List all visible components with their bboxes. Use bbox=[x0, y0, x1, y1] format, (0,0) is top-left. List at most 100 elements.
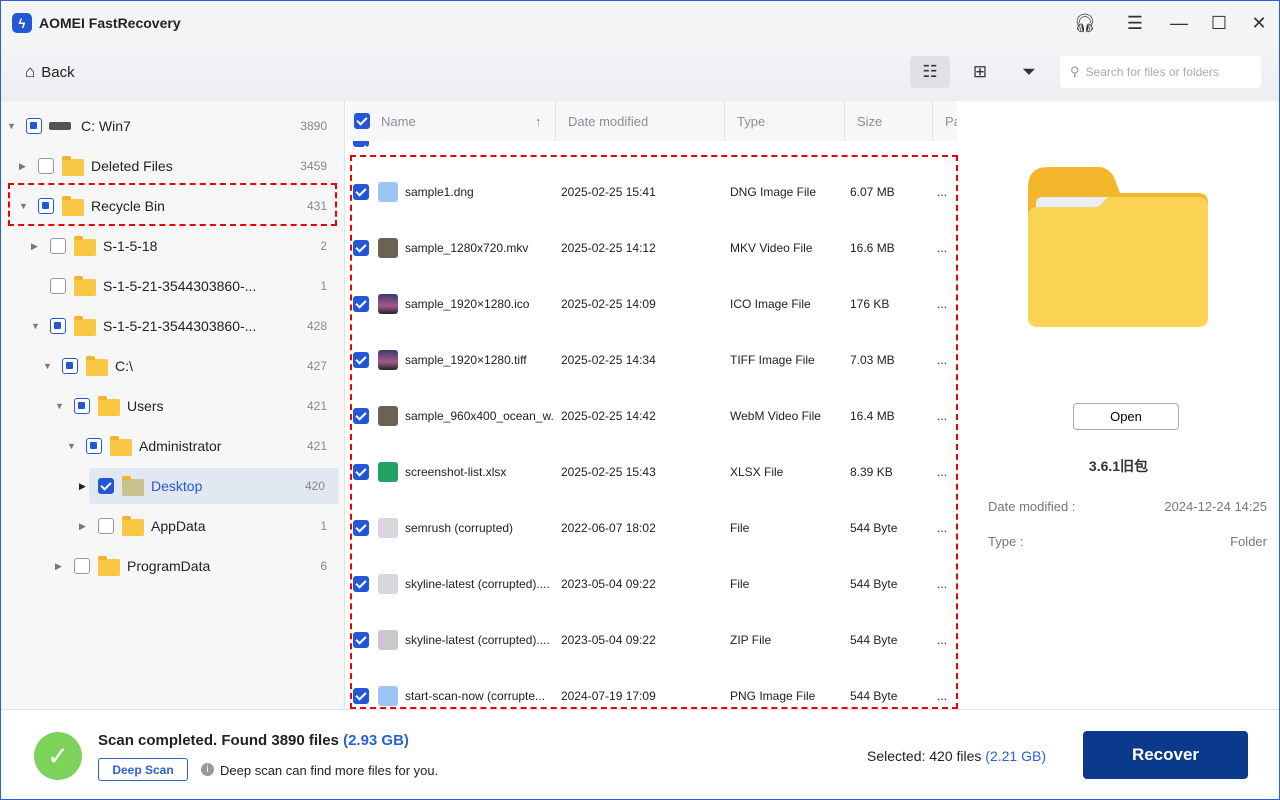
cell-name: skyline-latest (corrupted).... bbox=[405, 577, 550, 591]
expanded-arrow-icon[interactable]: ▼ bbox=[55, 401, 64, 411]
expanded-arrow-icon[interactable]: ▼ bbox=[7, 121, 16, 131]
tree-item[interactable]: ▶ AppData 1 bbox=[1, 508, 341, 544]
cell-name: sample_1280x720.mkv bbox=[405, 241, 529, 255]
folder-icon bbox=[98, 396, 120, 416]
filter-button[interactable]: ⏷ bbox=[1009, 56, 1049, 88]
row-checkbox[interactable] bbox=[353, 408, 369, 424]
table-row[interactable]: skyline-latest (corrupted).... 2023-05-04… bbox=[346, 556, 957, 612]
tree-item[interactable]: ▶ ProgramData 6 bbox=[1, 548, 341, 584]
tree-item[interactable]: ▶ S-1-5-18 2 bbox=[1, 228, 341, 264]
menu-icon[interactable]: ☰ bbox=[1117, 1, 1153, 45]
cell-size: 544 Byte bbox=[850, 577, 898, 591]
tree-checkbox[interactable] bbox=[50, 318, 66, 334]
tree-checkbox[interactable] bbox=[74, 558, 90, 574]
sort-ascending-icon[interactable]: ↑ bbox=[535, 114, 542, 129]
grid-view-button[interactable]: ⊞ bbox=[960, 56, 1000, 88]
cell-more: ... bbox=[937, 521, 948, 535]
scan-size: (2.93 GB) bbox=[343, 732, 409, 749]
table-row[interactable]: sample_1280x720.mkv 2025-02-25 14:12 MKV V… bbox=[346, 220, 957, 276]
maximize-button[interactable]: ☐ bbox=[1201, 1, 1237, 45]
tree-checkbox[interactable] bbox=[50, 278, 66, 294]
trash-folder-icon bbox=[62, 156, 84, 176]
table-row[interactable]: start-scan-now (corrupte... 2024-07-19 17… bbox=[346, 668, 957, 709]
tree-checkbox[interactable] bbox=[74, 398, 90, 414]
tree-checkbox[interactable] bbox=[98, 478, 114, 494]
column-size[interactable]: Size bbox=[844, 101, 932, 141]
list-view-button[interactable]: ☷ bbox=[910, 56, 950, 88]
search-box[interactable]: ⚲ bbox=[1060, 56, 1261, 88]
row-checkbox[interactable] bbox=[353, 352, 369, 368]
select-all-checkbox[interactable] bbox=[354, 113, 370, 129]
column-date[interactable]: Date modified bbox=[555, 101, 724, 141]
unknown-file-icon bbox=[378, 518, 398, 538]
table-row[interactable]: screenshot-list.xlsx 2025-02-25 15:43 XLSX… bbox=[346, 444, 957, 500]
table-row[interactable]: sample1.dng 2025-02-25 15:41 DNG Image Fil… bbox=[346, 164, 957, 220]
tree-item[interactable]: ▼ Administrator 421 bbox=[1, 428, 341, 464]
tree-checkbox[interactable] bbox=[38, 158, 54, 174]
open-button[interactable]: Open bbox=[1073, 403, 1179, 430]
close-button[interactable]: ✕ bbox=[1241, 1, 1277, 45]
table-row[interactable]: skyline-latest (corrupted).... 2023-05-04… bbox=[346, 612, 957, 668]
expanded-arrow-icon[interactable]: ▼ bbox=[19, 201, 28, 211]
collapsed-arrow-icon[interactable]: ▶ bbox=[19, 161, 26, 172]
selected-summary: Selected: 420 files (2.21 GB) bbox=[867, 748, 1046, 764]
tree-item[interactable]: ▼ C: Win7 3890 bbox=[1, 108, 341, 144]
tree-checkbox[interactable] bbox=[50, 238, 66, 254]
collapsed-arrow-icon[interactable]: ▶ bbox=[31, 241, 38, 252]
video-file-icon bbox=[378, 406, 398, 426]
tree-item[interactable]: ▼ Users 421 bbox=[1, 388, 341, 424]
row-checkbox[interactable] bbox=[353, 240, 369, 256]
cell-date: 2025-02-25 14:12 bbox=[561, 241, 656, 255]
table-row[interactable]: sample_960x400_ocean_w... 2025-02-25 14:4… bbox=[346, 388, 957, 444]
tree-checkbox[interactable] bbox=[26, 118, 42, 134]
row-checkbox[interactable] bbox=[353, 296, 369, 312]
tree-checkbox[interactable] bbox=[86, 438, 102, 454]
tree-item[interactable]: ▼ C:\ 427 bbox=[1, 348, 341, 384]
table-row[interactable]: semrush (corrupted) 2022-06-07 18:02 File 5… bbox=[346, 500, 957, 556]
row-checkbox[interactable] bbox=[353, 464, 369, 480]
tree-item[interactable]: ▶ Desktop 420 bbox=[79, 468, 339, 504]
expanded-arrow-icon[interactable]: ▼ bbox=[31, 321, 40, 331]
table-row[interactable]: sample_1920×1280.ico 2025-02-25 14:09 ICO … bbox=[346, 276, 957, 332]
row-checkbox[interactable] bbox=[353, 576, 369, 592]
minimize-button[interactable]: — bbox=[1161, 1, 1197, 45]
cell-more: ... bbox=[937, 241, 948, 255]
tree-item[interactable]: ▼ Recycle Bin 431 bbox=[1, 188, 341, 224]
column-name[interactable]: Name bbox=[381, 114, 416, 129]
row-checkbox[interactable] bbox=[353, 688, 369, 704]
table-row[interactable]: sample_1920×1280.tiff 2025-02-25 14:34 TIF… bbox=[346, 332, 957, 388]
tree-item[interactable]: ▼ S-1-5-21-3544303860-... 428 bbox=[1, 308, 341, 344]
tree-checkbox[interactable] bbox=[62, 358, 78, 374]
cell-name: sample1.dng bbox=[405, 185, 474, 199]
tree-checkbox[interactable] bbox=[38, 198, 54, 214]
expanded-arrow-icon[interactable]: ▼ bbox=[43, 361, 52, 371]
collapsed-arrow-icon[interactable]: ▶ bbox=[79, 481, 86, 492]
back-button[interactable]: ⌂ Back bbox=[25, 62, 75, 82]
row-checkbox[interactable] bbox=[353, 632, 369, 648]
column-type[interactable]: Type bbox=[724, 101, 844, 141]
tree-item[interactable]: ▶ Deleted Files 3459 bbox=[1, 148, 341, 184]
tree-item-label: Recycle Bin bbox=[91, 198, 165, 214]
type-value: Folder bbox=[1230, 534, 1267, 549]
column-date-label: Date modified bbox=[568, 113, 649, 129]
tree-item-label: Users bbox=[127, 398, 164, 414]
column-path[interactable]: Pa bbox=[932, 101, 957, 141]
expanded-arrow-icon[interactable]: ▼ bbox=[67, 441, 76, 451]
video-file-icon bbox=[378, 238, 398, 258]
preview-name: 3.6.1旧包 bbox=[1088, 458, 1149, 474]
tree-item-label: Deleted Files bbox=[91, 158, 173, 174]
cell-size: 6.07 MB bbox=[850, 185, 895, 199]
tree-item-label: C: Win7 bbox=[81, 118, 131, 134]
recover-button[interactable]: Recover bbox=[1083, 731, 1248, 779]
tree-checkbox[interactable] bbox=[98, 518, 114, 534]
search-input[interactable] bbox=[1085, 65, 1246, 79]
row-checkbox[interactable] bbox=[353, 184, 369, 200]
support-headset-icon[interactable]: 🎧︎ bbox=[1067, 1, 1103, 45]
toolbar: ⌂ Back ☷ ⊞ ⏷ ⚲ bbox=[1, 45, 1279, 101]
tree-item[interactable]: S-1-5-21-3544303860-... 1 bbox=[1, 268, 341, 304]
deep-scan-button[interactable]: Deep Scan bbox=[98, 758, 188, 781]
row-checkbox[interactable] bbox=[353, 520, 369, 536]
collapsed-arrow-icon[interactable]: ▶ bbox=[55, 561, 62, 572]
partial-row-checkbox[interactable] bbox=[353, 141, 369, 147]
collapsed-arrow-icon[interactable]: ▶ bbox=[79, 521, 86, 532]
